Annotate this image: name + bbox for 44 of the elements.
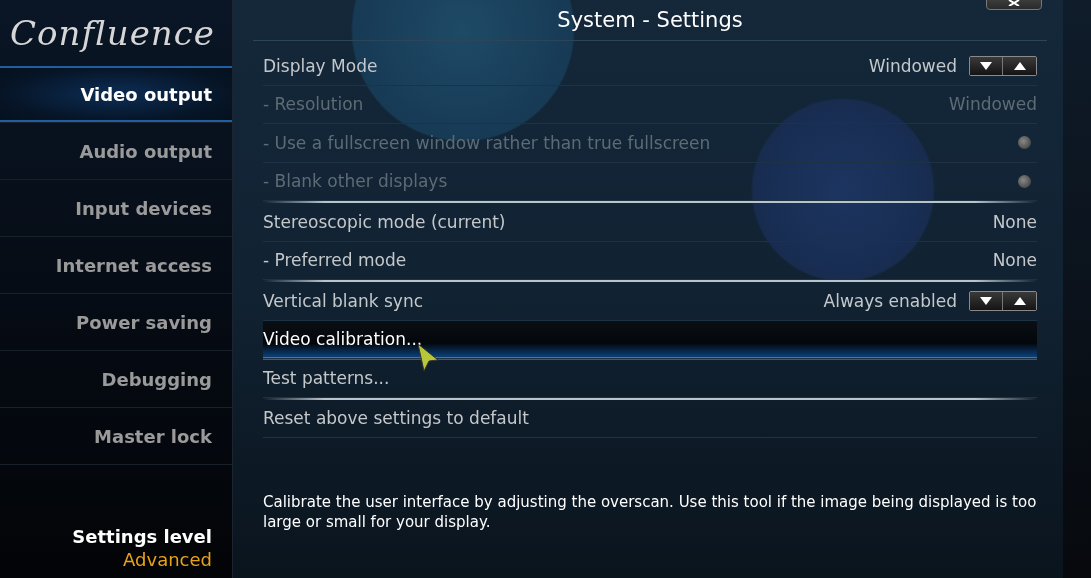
setting-label: Display Mode <box>263 55 378 76</box>
setting-row[interactable]: - Preferred mode None <box>263 241 1037 280</box>
setting-row[interactable]: Display Mode Windowed <box>263 47 1037 86</box>
sidebar-item[interactable]: Master lock <box>0 408 232 465</box>
spinner-control[interactable] <box>969 290 1037 311</box>
sidebar-item[interactable]: Debugging <box>0 351 232 408</box>
up-arrow-icon <box>1013 296 1026 305</box>
down-button[interactable] <box>970 56 1003 75</box>
setting-value: Always enabled <box>823 290 957 311</box>
setting-label: Test patterns... <box>263 367 390 388</box>
sidebar-item[interactable]: Input devices <box>0 180 232 237</box>
setting-label: Stereoscopic mode (current) <box>263 211 506 232</box>
setting-row[interactable]: Video calibration... <box>263 320 1037 359</box>
setting-value: None <box>992 250 1037 271</box>
setting-label: - Use a fullscreen window rather than true fullscreen <box>263 132 711 153</box>
up-button[interactable] <box>1003 291 1036 310</box>
description-text: Calibrate the user interface by adjusting the overscan. Use this tool if the image being displayed is too large or small for your display. <box>263 492 1037 532</box>
settings-level-value[interactable]: Advanced <box>123 549 212 570</box>
sidebar-item[interactable]: Video output <box>0 66 232 123</box>
up-button[interactable] <box>1003 56 1036 75</box>
window-title: System - Settings <box>557 8 743 32</box>
sidebar-item[interactable]: Power saving <box>0 294 232 351</box>
down-button[interactable] <box>970 291 1003 310</box>
down-arrow-icon <box>980 296 992 305</box>
logo: Confluence <box>9 12 216 55</box>
setting-value: None <box>992 211 1037 232</box>
setting-value: Windowed <box>868 55 957 76</box>
setting-row[interactable]: Stereoscopic mode (current) None <box>263 203 1037 242</box>
setting-row[interactable]: Reset above settings to default <box>263 399 1037 438</box>
sidebar-item[interactable]: Internet access <box>0 237 232 294</box>
settings-level-label: Settings level <box>72 526 212 547</box>
setting-label: - Blank other displays <box>263 171 448 192</box>
setting-row[interactable]: Vertical blank sync Always enabled <box>263 282 1037 321</box>
setting-label: - Preferred mode <box>263 250 407 271</box>
down-arrow-icon <box>980 61 992 70</box>
spinner-control[interactable] <box>969 55 1037 76</box>
up-arrow-icon <box>1013 61 1026 70</box>
close-icon <box>1008 0 1020 6</box>
sidebar-item[interactable]: Audio output <box>0 123 232 180</box>
setting-label: Video calibration... <box>263 329 423 350</box>
setting-value: Windowed <box>948 94 1037 115</box>
setting-label: Vertical blank sync <box>263 290 424 311</box>
setting-label: Reset above settings to default <box>263 408 529 429</box>
setting-label: - Resolution <box>263 94 364 115</box>
